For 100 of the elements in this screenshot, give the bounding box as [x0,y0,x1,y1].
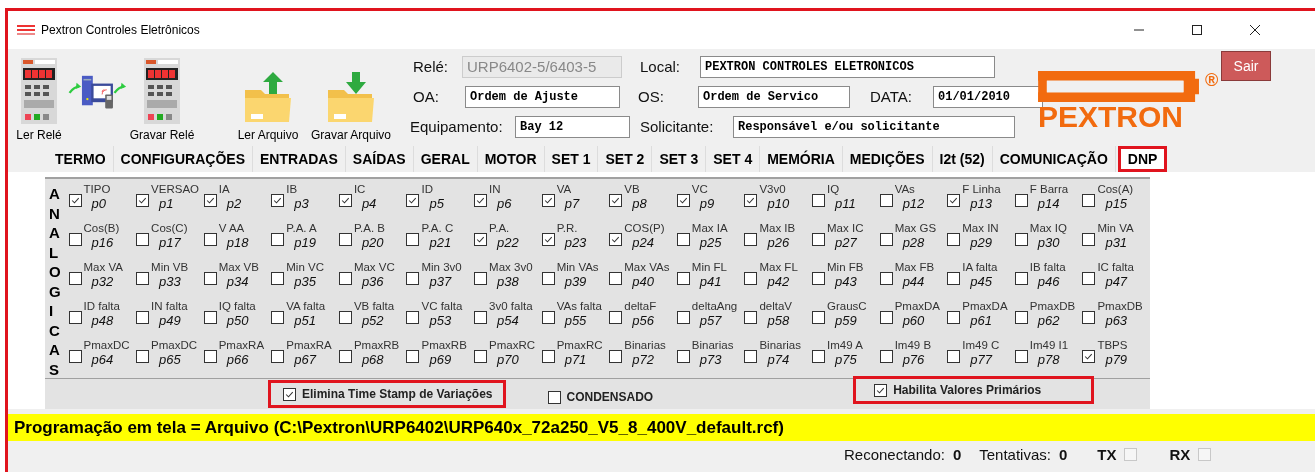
checkbox[interactable] [406,272,420,285]
point-label: PmaxRB [421,338,467,352]
checkbox[interactable] [947,233,961,246]
checkbox[interactable] [874,383,888,397]
checkbox[interactable] [676,272,690,285]
checkbox[interactable] [879,194,893,207]
checkbox[interactable] [676,350,690,363]
checkbox[interactable] [1014,350,1028,363]
checkbox[interactable] [271,272,285,285]
checkbox[interactable] [338,272,352,285]
checkbox[interactable] [947,272,961,285]
checkbox[interactable] [68,233,82,246]
checkbox[interactable] [812,194,826,207]
checkbox[interactable] [68,272,82,285]
checkbox[interactable] [406,233,420,246]
checkbox[interactable] [203,194,217,207]
checkbox[interactable] [879,350,893,363]
checkbox[interactable] [271,194,285,207]
checkbox[interactable] [136,194,150,207]
checkbox[interactable] [474,350,488,363]
checkbox[interactable] [541,350,555,363]
toolbar-button[interactable]: Ler Relé [14,49,64,142]
input-field[interactable]: Ordem de Servico [698,85,850,108]
checkbox[interactable] [474,311,488,324]
checkbox[interactable] [541,233,555,246]
checkbox[interactable] [68,194,82,207]
checkbox[interactable] [947,311,961,324]
toolbar-button[interactable]: Gravar Relé [124,49,200,142]
checkbox[interactable] [812,272,826,285]
checkbox[interactable] [406,350,420,363]
checkbox[interactable] [1014,272,1028,285]
checkbox[interactable] [271,350,285,363]
checkbox[interactable] [744,194,758,207]
checkbox[interactable] [1082,272,1096,285]
input-field[interactable]: PEXTRON CONTROLES ELETRONICOS [700,55,995,78]
checkbox[interactable] [474,272,488,285]
checkbox[interactable] [1082,350,1096,363]
checkbox[interactable] [609,233,623,246]
toolbar-button[interactable]: Ler Arquivo [234,49,302,142]
checkbox[interactable] [338,194,352,207]
checkbox[interactable] [609,194,623,207]
checkbox[interactable] [812,233,826,246]
checkbox[interactable] [812,350,826,363]
toolbar-button[interactable]: Gravar Arquivo [308,49,394,142]
checkbox[interactable] [271,311,285,324]
tab[interactable]: DNP [1117,146,1168,172]
checkbox[interactable] [879,233,893,246]
point-label: ID falta [83,299,120,313]
checkbox[interactable] [203,233,217,246]
maximize-icon[interactable] [1191,24,1203,36]
checkbox[interactable] [406,194,420,207]
checkbox[interactable] [1082,233,1096,246]
input-field[interactable]: Responsável e/ou solicitante [733,115,1015,138]
input-field[interactable]: 01/01/2010 [933,85,1043,108]
checkbox[interactable] [547,390,561,404]
checkbox[interactable] [541,272,555,285]
checkbox[interactable] [271,233,285,246]
checkbox[interactable] [947,350,961,363]
checkbox[interactable] [406,311,420,324]
checkbox[interactable] [676,194,690,207]
checkbox[interactable] [338,311,352,324]
checkbox[interactable] [744,272,758,285]
checkbox[interactable] [1014,311,1028,324]
checkbox[interactable] [744,350,758,363]
checkbox[interactable] [338,350,352,363]
checkbox[interactable] [136,272,150,285]
checkbox[interactable] [541,194,555,207]
checkbox[interactable] [609,272,623,285]
checkbox[interactable] [338,233,352,246]
checkbox[interactable] [203,311,217,324]
checkbox[interactable] [68,350,82,363]
checkbox[interactable] [879,311,893,324]
checkbox[interactable] [1014,194,1028,207]
checkbox[interactable] [203,272,217,285]
checkbox[interactable] [609,311,623,324]
checkbox[interactable] [1014,233,1028,246]
checkbox[interactable] [136,311,150,324]
checkbox[interactable] [609,350,623,363]
checkbox[interactable] [283,387,296,401]
checkbox[interactable] [136,350,150,363]
checkbox[interactable] [136,233,150,246]
point-code: p55 [563,313,588,329]
checkbox[interactable] [947,194,961,207]
checkbox[interactable] [541,311,555,324]
input-field[interactable]: Bay 12 [515,115,630,138]
checkbox[interactable] [744,311,758,324]
input-field[interactable]: Ordem de Ajuste [465,85,620,108]
checkbox[interactable] [203,350,217,363]
checkbox[interactable] [676,311,690,324]
close-icon[interactable] [1249,24,1261,36]
checkbox[interactable] [879,272,893,285]
checkbox[interactable] [474,194,488,207]
checkbox[interactable] [812,311,826,324]
checkbox[interactable] [744,233,758,246]
checkbox[interactable] [1082,311,1096,324]
checkbox[interactable] [68,311,82,324]
checkbox[interactable] [676,233,690,246]
exit-button[interactable]: Sair [1221,51,1271,81]
checkbox[interactable] [474,233,488,246]
checkbox[interactable] [1082,194,1096,207]
